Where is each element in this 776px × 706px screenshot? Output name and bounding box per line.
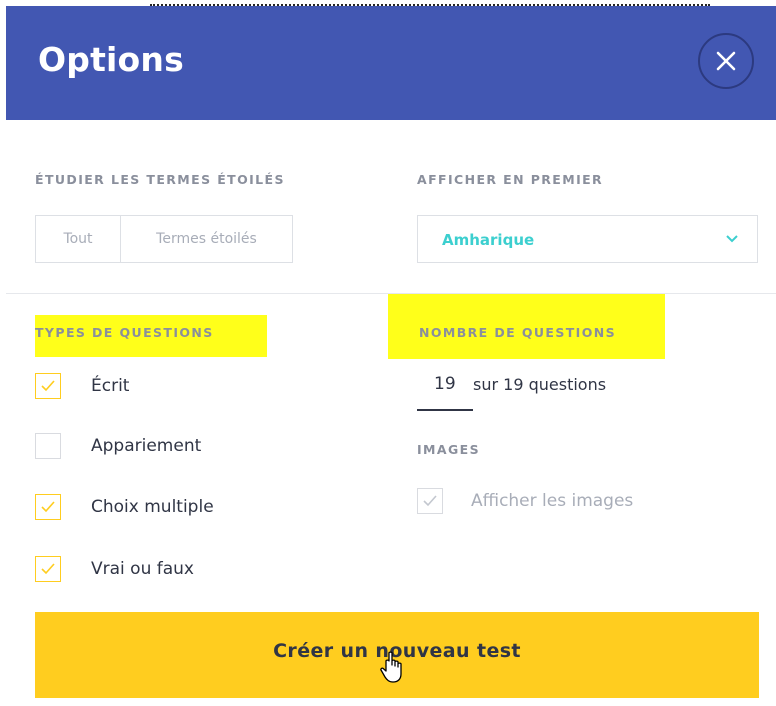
question-type-multiple-choice[interactable]: Choix multiple xyxy=(35,494,214,520)
question-type-matching[interactable]: Appariement xyxy=(35,433,201,459)
checkbox-multiple-choice[interactable] xyxy=(35,494,61,520)
check-icon xyxy=(423,495,437,507)
close-button[interactable] xyxy=(698,33,754,89)
dialog-title: Options xyxy=(38,40,184,79)
checkbox-written[interactable] xyxy=(35,373,61,399)
dialog-header: Options xyxy=(6,6,776,120)
checkbox-true-false[interactable] xyxy=(35,556,61,582)
segment-all[interactable]: Tout xyxy=(36,216,121,262)
chevron-down-icon xyxy=(726,235,738,243)
matching-label: Appariement xyxy=(91,436,202,456)
question-type-true-false[interactable]: Vrai ou faux xyxy=(35,556,194,582)
segment-starred[interactable]: Termes étoilés xyxy=(121,216,292,262)
question-count-underline xyxy=(417,409,473,411)
close-icon xyxy=(716,51,736,71)
show-images-label: Afficher les images xyxy=(471,491,634,511)
true-false-label: Vrai ou faux xyxy=(91,559,194,579)
question-types-label: TYPES DE QUESTIONS xyxy=(35,325,214,340)
check-icon xyxy=(41,501,55,513)
question-count-suffix: sur 19 questions xyxy=(473,375,607,394)
show-first-select[interactable]: Amharique xyxy=(417,215,758,263)
show-first-label: AFFICHER EN PREMIER xyxy=(417,172,604,187)
hand-cursor-icon xyxy=(380,651,402,683)
checkbox-matching[interactable] xyxy=(35,433,61,459)
checkbox-show-images[interactable] xyxy=(417,488,443,514)
question-count-input[interactable]: 19 xyxy=(434,374,456,394)
study-starred-label: ÉTUDIER LES TERMES ÉTOILÉS xyxy=(35,172,285,187)
written-label: Écrit xyxy=(91,376,130,396)
question-type-written[interactable]: Écrit xyxy=(35,373,129,399)
starred-segmented-control: Tout Termes étoilés xyxy=(35,215,293,263)
show-images-option[interactable]: Afficher les images xyxy=(417,488,633,514)
check-icon xyxy=(41,380,55,392)
images-label: IMAGES xyxy=(417,442,480,457)
check-icon xyxy=(41,563,55,575)
question-count-label: NOMBRE DE QUESTIONS xyxy=(419,325,617,340)
multiple-choice-label: Choix multiple xyxy=(91,497,214,517)
show-first-selected: Amharique xyxy=(442,231,535,249)
